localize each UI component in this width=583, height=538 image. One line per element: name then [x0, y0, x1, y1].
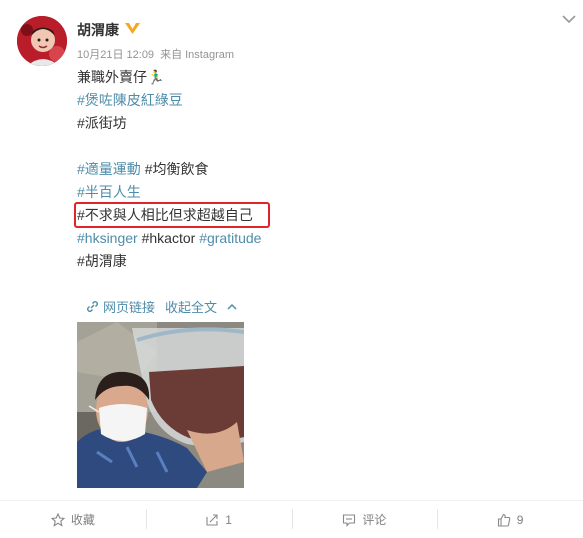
- share-button[interactable]: 1: [145, 501, 292, 538]
- link-icon: [87, 301, 98, 312]
- hashtag-link[interactable]: #hksinger: [77, 230, 138, 246]
- hashtag-plain: #胡渭康: [77, 253, 127, 269]
- hashtag-link[interactable]: #gratitude: [199, 230, 261, 246]
- red-highlight-box: [74, 202, 270, 228]
- like-button[interactable]: 9: [437, 501, 583, 538]
- source-prefix: 来自: [160, 49, 183, 61]
- favorite-button[interactable]: 收藏: [0, 501, 146, 538]
- chevron-down-icon[interactable]: [562, 14, 576, 24]
- post-photo[interactable]: [77, 322, 244, 488]
- comment-label: 评论: [362, 513, 387, 527]
- like-count: 9: [516, 512, 524, 527]
- action-bar: 收藏 1 评论 9: [0, 501, 583, 538]
- hashtag-plain: #hkactor: [141, 230, 196, 246]
- post-date[interactable]: 10月21日 12:09: [77, 49, 154, 61]
- comment-button[interactable]: 评论: [291, 501, 438, 538]
- collapse-text-link[interactable]: 收起全文: [165, 297, 217, 316]
- verified-badge-icon: [125, 23, 140, 34]
- hashtag-plain: #均衡飲食: [144, 161, 209, 177]
- text-line: 兼職外賣仔🏃‍♂️: [77, 69, 165, 85]
- text-line: #hksinger #hkactor #gratitude: [77, 227, 261, 250]
- share-icon: [206, 513, 218, 526]
- weibo-post-card: 胡渭康 10月21日 12:09 来自 Instagram 兼職外賣仔🏃‍♂️ #…: [0, 0, 583, 538]
- username[interactable]: 胡渭康: [77, 20, 119, 40]
- star-icon: [50, 512, 65, 527]
- hashtag-link[interactable]: #適量運動: [77, 161, 141, 177]
- post-links: 网页链接 收起全文: [86, 297, 237, 316]
- comment-icon: [343, 513, 356, 527]
- hashtag-link[interactable]: #半百人生: [77, 181, 261, 204]
- source-name: Instagram: [185, 49, 235, 61]
- avatar[interactable]: [17, 16, 67, 66]
- text-line: #適量運動 #均衡飲食: [77, 158, 261, 181]
- post-text: 兼職外賣仔🏃‍♂️ #煲咗陳皮紅綠豆 #派街坊 #適量運動 #均衡飲食 #半百人…: [74, 66, 270, 273]
- chevron-up-icon[interactable]: [227, 303, 237, 311]
- favorite-label: 收藏: [70, 513, 95, 527]
- post-meta: 10月21日 12:09 来自 Instagram: [77, 46, 237, 62]
- hashtag-link[interactable]: #煲咗陳皮紅綠豆: [77, 89, 261, 112]
- thumbs-up-icon: [497, 513, 511, 527]
- hashtag-plain: #派街坊: [77, 115, 127, 131]
- share-count: 1: [225, 512, 232, 527]
- web-link[interactable]: 网页链接: [103, 297, 155, 316]
